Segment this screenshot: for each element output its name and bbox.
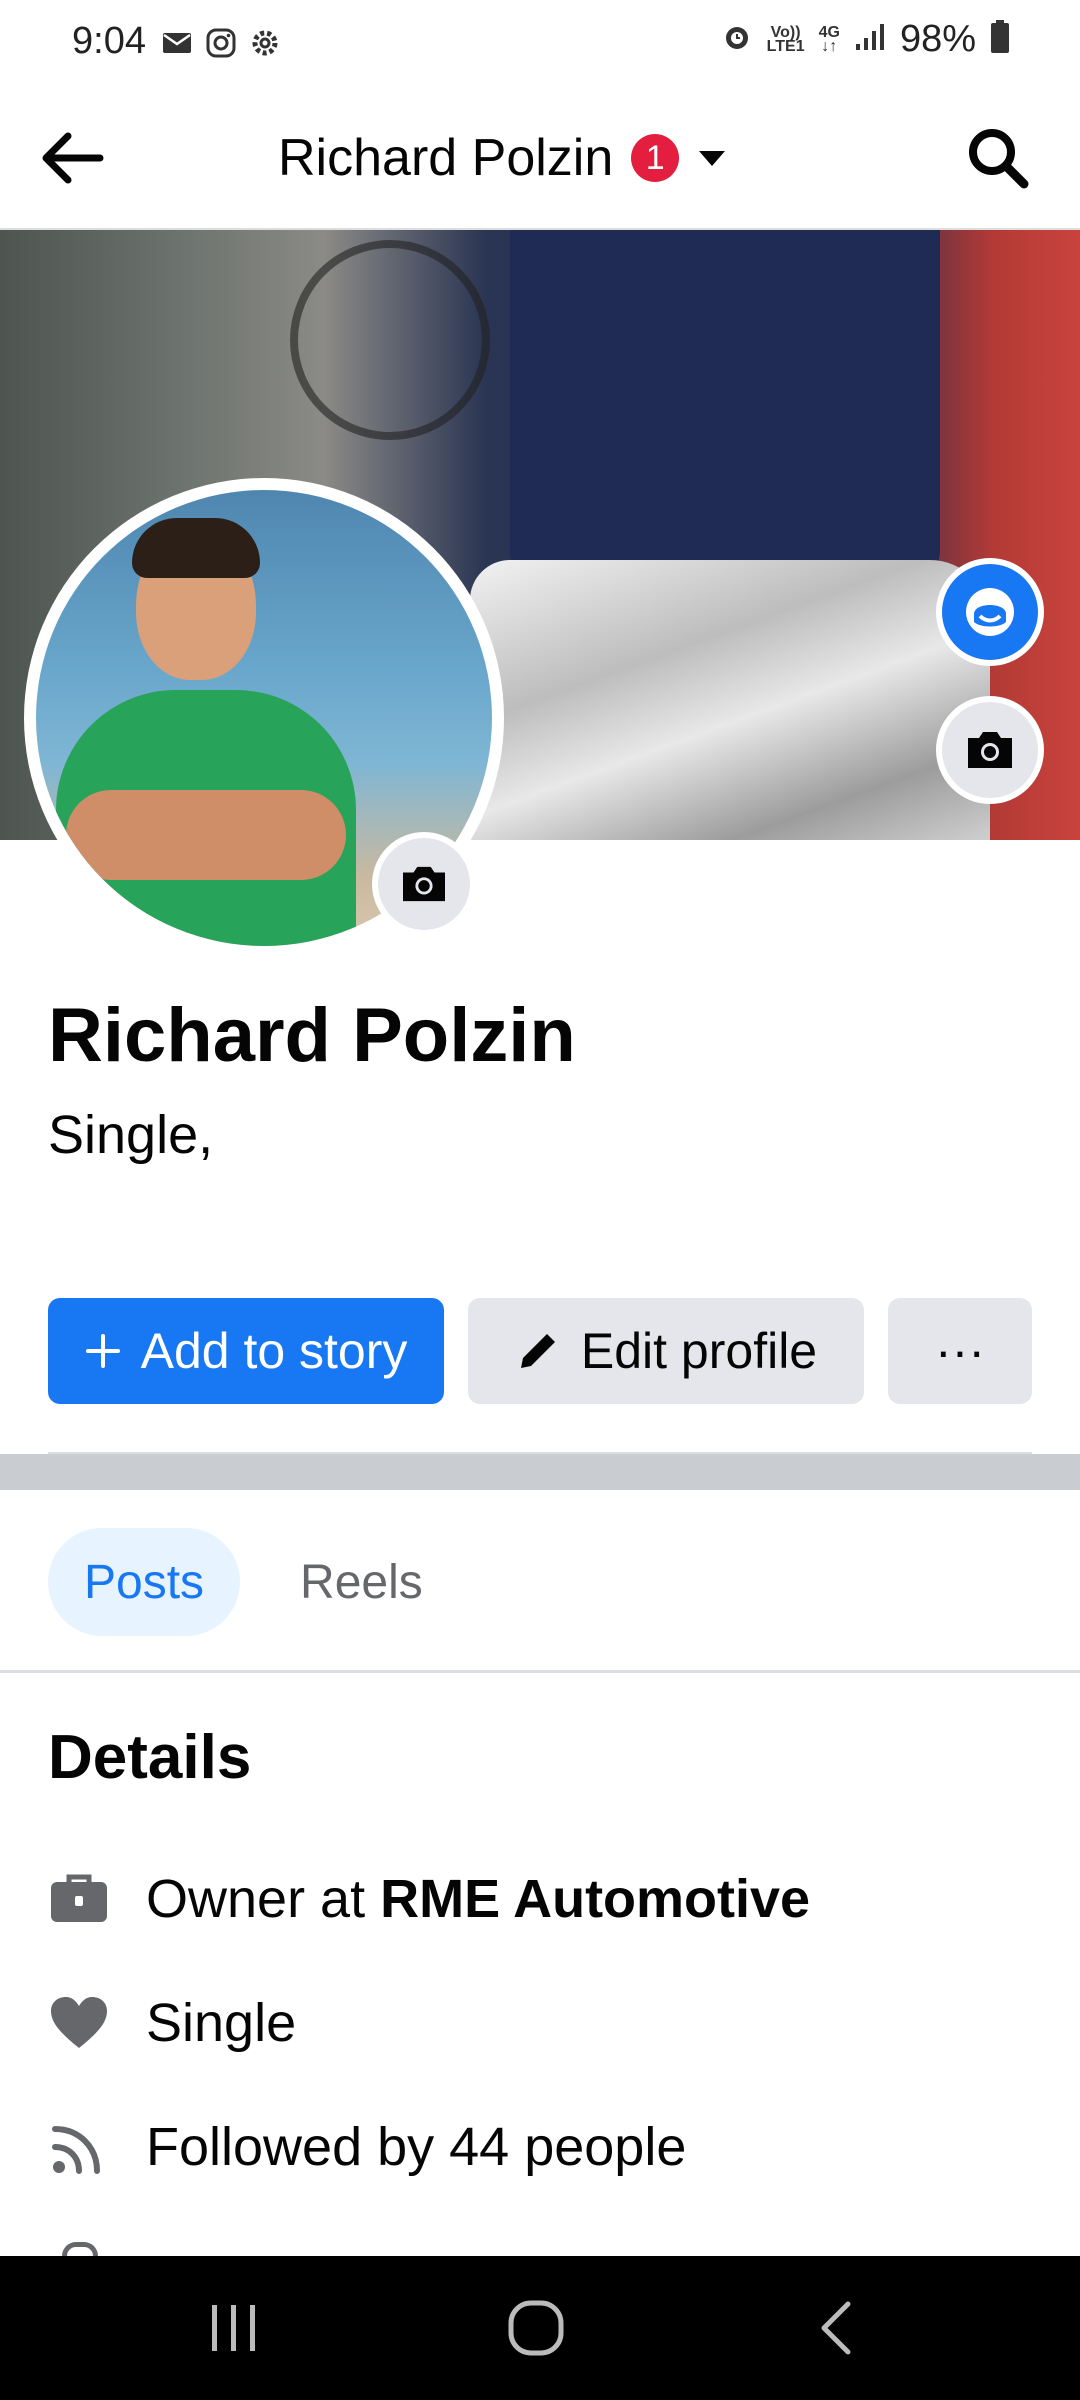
detail-work-prefix: Owner at: [146, 1869, 381, 1929]
avatar-button[interactable]: [936, 558, 1044, 666]
detail-relationship-text: Single: [146, 1993, 297, 2053]
heart-icon: [48, 1992, 110, 2054]
detail-work[interactable]: Owner at RME Automotive: [48, 1868, 810, 1930]
profile-switcher[interactable]: Richard Polzin 1: [278, 122, 727, 194]
system-nav-bar: [0, 2256, 1080, 2400]
section-separator: [0, 1454, 1080, 1490]
profile-header: Richard Polzin 1: [0, 90, 1080, 230]
rss-icon: [48, 2116, 110, 2178]
profile-photo-arms: [66, 790, 346, 880]
detail-relationship[interactable]: Single: [48, 1992, 296, 2054]
briefcase-icon: [48, 1868, 110, 1930]
signal-icon: [854, 22, 886, 57]
more-icon: ···: [935, 1323, 985, 1379]
home-icon: [508, 2300, 564, 2356]
header-title: Richard Polzin: [278, 129, 614, 187]
detail-work-text: Owner at RME Automotive: [146, 1868, 810, 1930]
pencil-icon: [520, 1334, 555, 1368]
tab-reels[interactable]: Reels: [264, 1528, 459, 1636]
network-indicator: 4G ↓↑: [819, 24, 840, 55]
profile-photo-hair: [132, 518, 260, 578]
home-button[interactable]: [486, 2278, 586, 2378]
cover-shirt-shape: [510, 230, 940, 590]
detail-followers[interactable]: Followed by 44 people: [48, 2116, 686, 2178]
instagram-icon: [206, 28, 236, 63]
profile-camera-button[interactable]: [372, 832, 476, 936]
battery-percentage: 98%: [899, 18, 976, 60]
edit-profile-button[interactable]: Edit profile: [468, 1298, 864, 1404]
profile-tabs: Posts Reels: [48, 1528, 459, 1636]
detail-followers-text: Followed by 44 people: [146, 2117, 687, 2177]
camera-icon: [968, 732, 1012, 768]
arrow-left-icon: [42, 132, 104, 184]
search-button[interactable]: [962, 122, 1034, 194]
battery-icon: [990, 20, 1010, 59]
tabs-divider: [0, 1670, 1080, 1673]
profile-actions: Add to story Edit profile ···: [48, 1298, 1032, 1404]
profile-bio: Single,: [48, 1105, 214, 1165]
status-bar: 9:04 Vo)) LTE1 4G ↓↑ 98%: [0, 0, 1080, 90]
status-right-icons: Vo)) LTE1 4G ↓↑ 98%: [721, 18, 1010, 61]
plus-icon: [85, 1334, 120, 1368]
more-options-button[interactable]: ···: [888, 1298, 1032, 1404]
chevron-left-icon: [821, 2301, 851, 2355]
chevron-down-icon: [699, 151, 726, 166]
cover-camera-button[interactable]: [936, 696, 1044, 804]
status-left-icons: [162, 28, 280, 63]
data-arrows-icon: ↓↑: [821, 37, 838, 55]
recents-icon: [212, 2305, 255, 2351]
back-button[interactable]: [36, 122, 108, 194]
volte-indicator: Vo)) LTE1: [766, 24, 805, 55]
add-to-story-button[interactable]: Add to story: [48, 1298, 444, 1404]
cover-engine-shape: [470, 560, 990, 840]
status-time: 9:04: [72, 20, 146, 62]
mail-icon: [162, 31, 192, 60]
system-back-button[interactable]: [786, 2278, 886, 2378]
location-icon: [62, 2242, 98, 2256]
volte-bottom-label: LTE1: [766, 37, 805, 55]
camera-icon: [403, 866, 445, 902]
alarm-icon: [721, 21, 753, 58]
tab-posts[interactable]: Posts: [48, 1528, 241, 1636]
details-title: Details: [48, 1723, 252, 1792]
settings-icon: [250, 28, 280, 63]
notification-badge: 1: [631, 134, 680, 182]
add-to-story-label: Add to story: [140, 1323, 408, 1379]
profile-name: Richard Polzin: [48, 993, 576, 1078]
cover-fan-shape: [290, 240, 490, 440]
detail-work-company: RME Automotive: [380, 1869, 811, 1929]
recents-button[interactable]: [184, 2278, 284, 2378]
avatar-icon: [966, 588, 1014, 636]
edit-profile-label: Edit profile: [580, 1323, 818, 1379]
search-icon: [969, 129, 1029, 189]
